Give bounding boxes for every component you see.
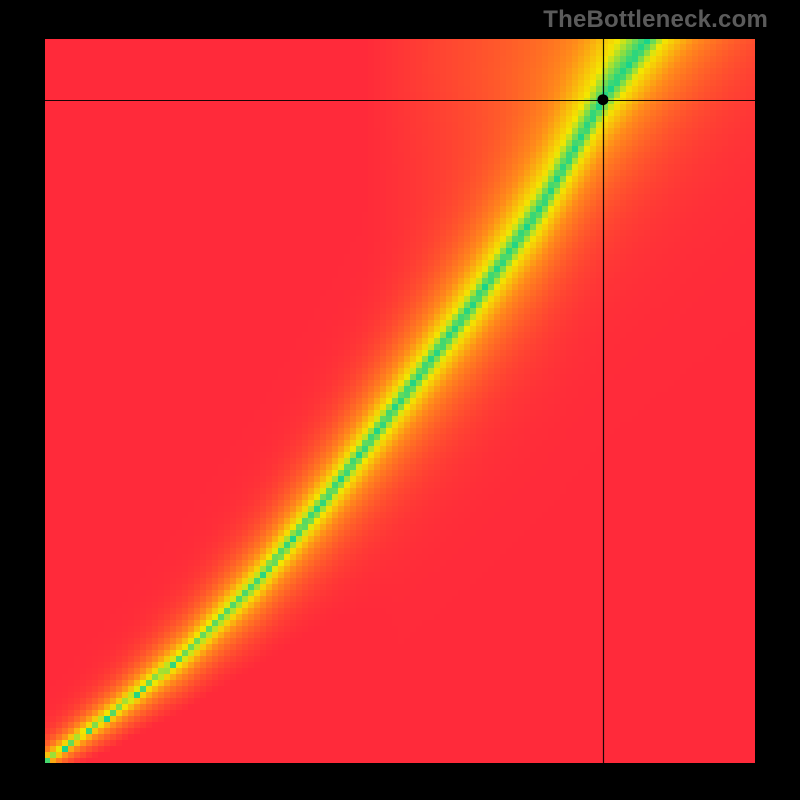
heatmap-canvas xyxy=(44,38,756,764)
bottleneck-heatmap xyxy=(44,38,756,764)
watermark-text: TheBottleneck.com xyxy=(543,6,768,34)
